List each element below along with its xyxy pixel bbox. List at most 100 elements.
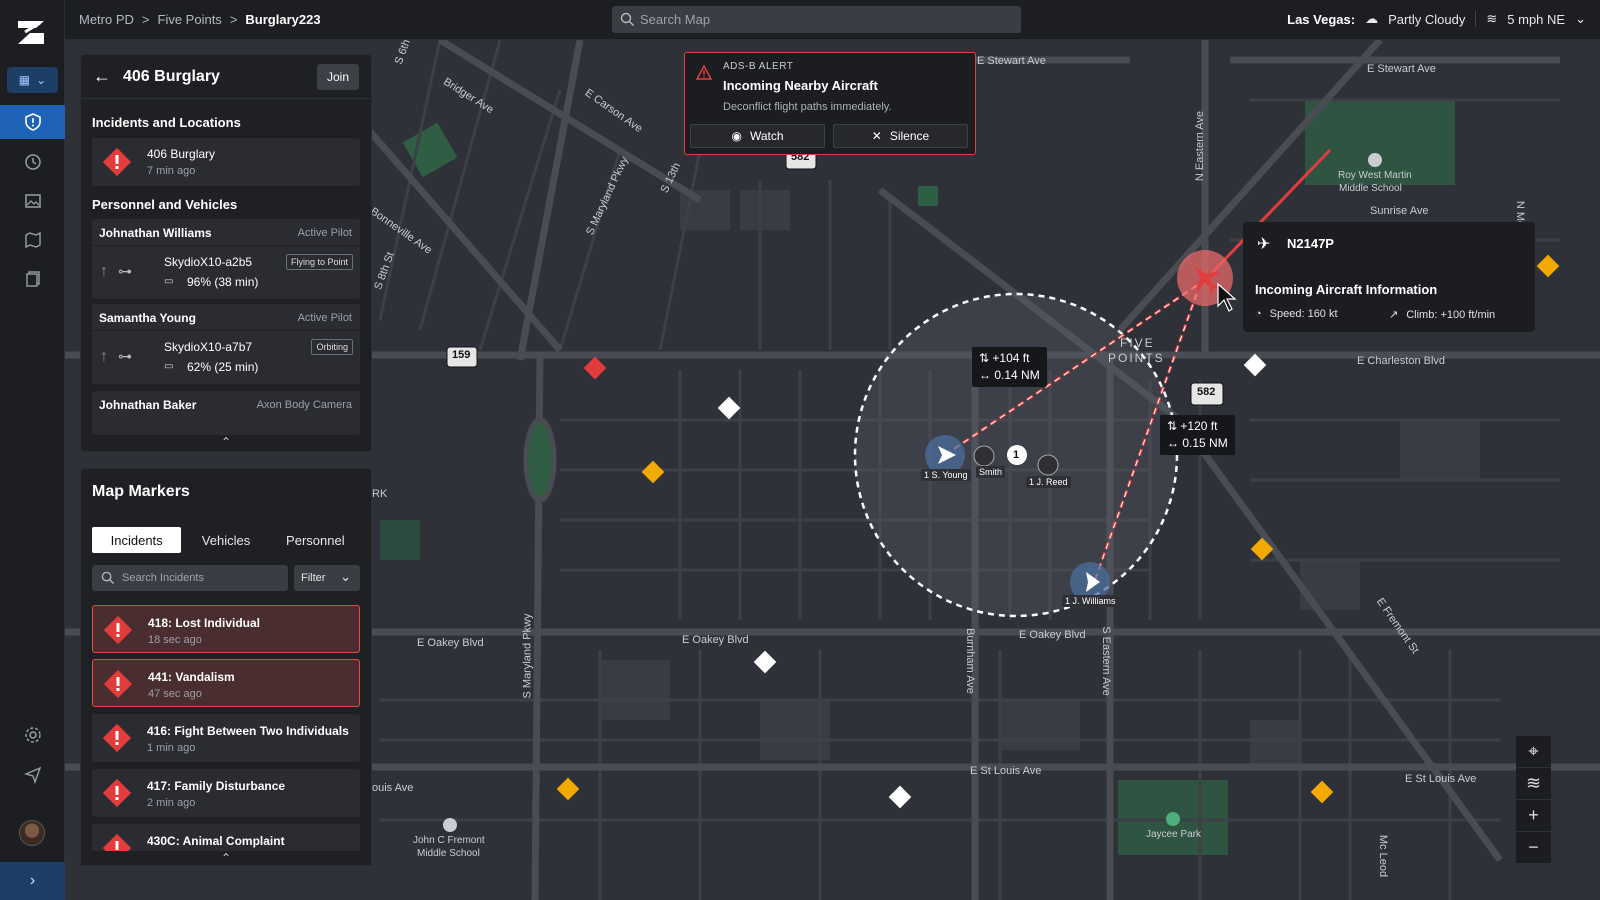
nav-documents[interactable] — [0, 262, 65, 296]
street-label: E Oakey Blvd — [682, 634, 749, 646]
tab-personnel[interactable]: Personnel — [271, 527, 360, 553]
image-icon — [24, 194, 41, 208]
battery-icon: ▭ — [164, 276, 174, 287]
incident-panel: ← 406 Burglary Join Incidents and Locati… — [80, 54, 372, 452]
incident-list-item[interactable]: 416: Fight Between Two Individuals at...… — [92, 714, 360, 762]
mute-icon: ✕ — [871, 129, 882, 143]
status-tag: Flying to Point — [285, 254, 353, 270]
filter-label: Filter — [301, 572, 326, 584]
user-avatar[interactable] — [19, 820, 45, 846]
watch-button[interactable]: ◉ Watch — [690, 124, 825, 148]
collapse-chevron-icon[interactable]: ⌃ — [81, 435, 371, 451]
incident-list-item[interactable]: 430C: Animal Complaint — [92, 824, 360, 852]
personnel-label[interactable]: 1 J. Reed — [1026, 476, 1071, 488]
join-button[interactable]: Join — [317, 64, 359, 90]
street-label: S Maryland Pkwy — [521, 613, 534, 699]
incident-title: 430C: Animal Complaint — [147, 834, 285, 848]
personnel-card[interactable]: Johnathan Williams Active Pilot ↑ ⊶ Skyd… — [92, 219, 360, 299]
aircraft-info-card: ✈ N2147P Incoming Aircraft Information ◔… — [1243, 222, 1535, 332]
street-label: N Eastern Ave — [1194, 110, 1207, 182]
street-label: E St Louis Ave — [970, 765, 1042, 777]
distance-value: 0.14 NM — [994, 368, 1040, 382]
watch-label: Watch — [749, 129, 784, 143]
personnel-label[interactable]: Smith — [976, 466, 1006, 478]
personnel-card[interactable]: Samantha Young Active Pilot ↑ ⊶ SkydioX1… — [92, 304, 360, 384]
battery-level: 96% (38 min) — [187, 275, 259, 289]
distance-icon: ↔ — [1167, 436, 1183, 450]
incident-title: 416: Fight Between Two Individuals at... — [147, 724, 352, 738]
silence-button[interactable]: ✕ Silence — [833, 124, 968, 148]
wind-icon: ≋ — [1486, 11, 1498, 26]
breadcrumb-item[interactable]: Metro PD — [79, 12, 134, 27]
breadcrumb-current: Burglary223 — [245, 12, 321, 27]
incident-list-item[interactable]: 441: Vandalism 47 sec ago — [92, 659, 360, 707]
incident-list-item[interactable]: 417: Family Disturbance 2 min ago — [92, 769, 360, 817]
zoom-out-button[interactable]: − — [1516, 832, 1551, 864]
personnel-role: Active Pilot — [297, 227, 352, 239]
nav-media[interactable] — [0, 184, 65, 218]
street-label: ouis Ave — [372, 782, 414, 794]
search-map-input[interactable]: Search Map — [612, 6, 1021, 33]
map-controls: ⌖ ≋ + − — [1516, 736, 1551, 864]
divider — [92, 245, 360, 246]
tab-vehicles[interactable]: Vehicles — [181, 527, 270, 553]
expand-rail-button[interactable]: › — [0, 862, 65, 900]
map-pin-icon — [24, 231, 41, 249]
airplane-icon: ✈ — [1257, 236, 1271, 253]
street-label: RK — [372, 488, 388, 500]
breadcrumb-item[interactable]: Five Points — [158, 12, 222, 27]
poi-label: Jaycee Park — [1146, 829, 1202, 840]
incident-list-item[interactable]: 418: Lost Individual 18 sec ago — [92, 605, 360, 653]
aircraft-id: N2147P — [1287, 236, 1334, 251]
distance-icon: ↔ — [979, 368, 995, 382]
breadcrumb-separator: > — [229, 12, 238, 27]
personnel-role: Axon Body Camera — [256, 399, 352, 411]
poi-label: Middle School — [1339, 183, 1402, 194]
search-icon — [101, 571, 115, 585]
distance-value: 0.15 NM — [1182, 436, 1228, 450]
nav-rail: ▦ ⌄ › — [0, 0, 65, 900]
chevron-down-icon[interactable]: ⌄ — [1575, 11, 1586, 27]
personnel-card[interactable]: Johnathan Baker Axon Body Camera — [92, 391, 360, 435]
location-pin-button[interactable]: ⌖ — [1516, 736, 1551, 768]
alert-icon — [102, 147, 132, 177]
poi-label: Middle School — [417, 848, 480, 859]
battery-icon: ▭ — [164, 361, 174, 372]
nav-settings[interactable] — [0, 718, 65, 752]
aircraft-info-title: Incoming Aircraft Information — [1255, 282, 1438, 297]
zoom-in-button[interactable]: + — [1516, 800, 1551, 832]
search-placeholder: Search Incidents — [122, 572, 204, 584]
incident-title: 418: Lost Individual — [148, 616, 261, 630]
incident-search-input[interactable]: Search Incidents — [92, 565, 288, 591]
highway-shield: 159 — [452, 349, 471, 361]
personnel-name: Johnathan Baker — [99, 398, 197, 412]
minus-icon: − — [1528, 837, 1539, 857]
send-icon — [23, 766, 41, 784]
breadcrumb-separator: > — [141, 12, 150, 27]
filter-dropdown[interactable]: Filter ⌄ — [294, 565, 360, 591]
collapse-chevron-icon[interactable]: ⌃ — [81, 851, 371, 865]
street-label: E Oakey Blvd — [417, 637, 484, 649]
nav-incidents[interactable] — [0, 105, 65, 139]
incident-title: 406 Burglary — [147, 147, 216, 161]
cluster-count[interactable]: 1 — [1013, 449, 1019, 461]
nav-map[interactable] — [0, 223, 65, 257]
altitude-arrow-icon: ↑ — [100, 348, 108, 365]
workspace-switcher[interactable]: ▦ ⌄ — [7, 67, 58, 93]
back-arrow-icon[interactable]: ← — [93, 66, 111, 87]
weather-condition: Partly Cloudy — [1388, 11, 1466, 27]
drone-icon: ⊶ — [118, 263, 132, 279]
incident-card[interactable]: 406 Burglary 7 min ago — [92, 138, 360, 186]
nav-history[interactable] — [0, 145, 65, 179]
layers-button[interactable]: ≋ — [1516, 768, 1551, 800]
aircraft-speed: ◔ Speed: 160 kt — [1255, 308, 1338, 320]
axon-logo[interactable] — [16, 18, 46, 46]
tab-incidents[interactable]: Incidents — [92, 527, 182, 553]
weather-widget: Las Vegas: ☁ Partly Cloudy ≋ 5 mph NE ⌄ — [1287, 11, 1586, 27]
drone-label[interactable]: 1 J. Williams — [1062, 595, 1119, 607]
nav-send[interactable] — [0, 758, 65, 792]
street-label: S Eastern Ave — [1099, 626, 1112, 696]
street-label: E St Louis Ave — [1405, 773, 1477, 785]
eye-icon: ◉ — [731, 129, 742, 143]
drone-label[interactable]: 1 S. Young — [921, 469, 971, 481]
